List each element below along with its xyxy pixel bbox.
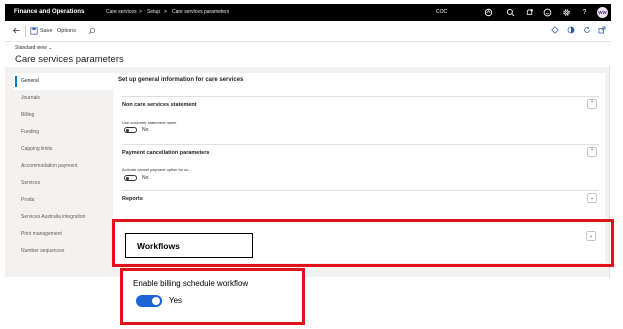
toggle-knob: [152, 297, 160, 305]
breadcrumb-separator: >: [139, 9, 142, 15]
use-customer-statement-name-toggle[interactable]: [124, 127, 137, 133]
fasttab-payment-cancellation-parameters: Payment cancellation parameters ⌃ Activa…: [122, 144, 599, 188]
fasttab-title: Workflows: [137, 241, 180, 251]
vertical-tab-list: General Journals Billing Funding Capping…: [13, 73, 114, 260]
toggle-value: No: [142, 127, 149, 133]
tab-services[interactable]: Services: [13, 175, 114, 192]
save-button[interactable]: Save: [30, 21, 53, 42]
tab-proda[interactable]: Proda: [13, 192, 114, 209]
toggle-value: Yes: [169, 296, 183, 305]
field-label: Activate cancel payment option for su...: [122, 167, 192, 172]
fasttab-title[interactable]: Reports: [122, 196, 143, 202]
back-arrow-icon[interactable]: [12, 21, 21, 42]
office-icon[interactable]: [566, 26, 576, 36]
tab-services-australia-integration[interactable]: Services Australia integration: [13, 209, 114, 226]
toggle-knob: [126, 129, 129, 132]
section-heading: Set up general information for care serv…: [118, 77, 244, 83]
fasttab-title[interactable]: Payment cancellation parameters: [122, 150, 209, 156]
chevron-down-icon[interactable]: ⌄: [587, 193, 597, 203]
breadcrumb-setup[interactable]: Setup: [147, 9, 160, 15]
save-icon: [30, 26, 38, 35]
chevron-down-icon[interactable]: ⌄: [586, 231, 596, 241]
tab-accommodation-payment[interactable]: Accommodation payment: [13, 158, 114, 175]
tab-capping-limits[interactable]: Capping limits: [13, 141, 114, 158]
view-selector-label: Standard view: [15, 45, 47, 51]
tab-number-sequences[interactable]: Number sequences: [13, 243, 114, 260]
tab-print-management[interactable]: Print management: [13, 226, 114, 243]
search-icon[interactable]: [506, 8, 515, 17]
breadcrumb-separator: >: [164, 9, 167, 15]
fasttab-workflows[interactable]: Workflows: [125, 233, 253, 258]
settings-icon[interactable]: [562, 8, 571, 17]
tab-general[interactable]: General: [13, 73, 114, 90]
divider: [25, 26, 26, 37]
breadcrumb-care-services-parameters[interactable]: Care services parameters: [172, 9, 229, 15]
enable-billing-schedule-workflow-label: Enable billing schedule workflow: [133, 279, 249, 288]
diamond-icon[interactable]: [550, 26, 560, 36]
fasttab-reports: Reports ⌄: [122, 190, 599, 212]
enable-billing-schedule-workflow-toggle[interactable]: [136, 295, 162, 307]
tab-journals[interactable]: Journals: [13, 90, 114, 107]
field-label: Use customer statement name: [122, 120, 177, 125]
view-selector[interactable]: Standard view ⌄: [15, 45, 52, 51]
notifications-icon[interactable]: [525, 8, 534, 17]
toggle-knob: [126, 177, 129, 180]
refresh-icon[interactable]: [582, 26, 592, 36]
breadcrumb-care-services[interactable]: Care services: [106, 9, 137, 15]
app-name[interactable]: Finance and Operations: [14, 8, 84, 15]
action-pane: Save Options: [5, 21, 611, 42]
top-navigation-bar: Finance and Operations Care services > S…: [5, 4, 611, 21]
toggle-value: No: [142, 175, 149, 181]
page-title: Care services parameters: [15, 54, 124, 65]
options-tab[interactable]: Options: [57, 21, 76, 42]
dashboard-icon[interactable]: [484, 8, 493, 17]
search-icon[interactable]: [88, 21, 96, 42]
chevron-up-icon[interactable]: ⌃: [587, 147, 597, 157]
popout-icon[interactable]: [597, 26, 607, 36]
activate-cancel-payment-toggle[interactable]: [124, 175, 137, 181]
company-selector[interactable]: COC: [436, 9, 447, 15]
tab-funding[interactable]: Funding: [13, 124, 114, 141]
chevron-down-icon: ⌄: [48, 45, 53, 51]
tab-billing[interactable]: Billing: [13, 107, 114, 124]
fasttab-non-care-services-statement: Non care services statement ⌃ Use custom…: [122, 96, 599, 138]
save-label: Save: [40, 28, 53, 34]
fasttab-title[interactable]: Non care services statement: [122, 102, 197, 108]
smiley-icon[interactable]: [543, 8, 552, 17]
chevron-up-icon[interactable]: ⌃: [587, 99, 597, 109]
help-icon[interactable]: ?: [580, 8, 589, 17]
avatar[interactable]: WW: [597, 7, 608, 18]
